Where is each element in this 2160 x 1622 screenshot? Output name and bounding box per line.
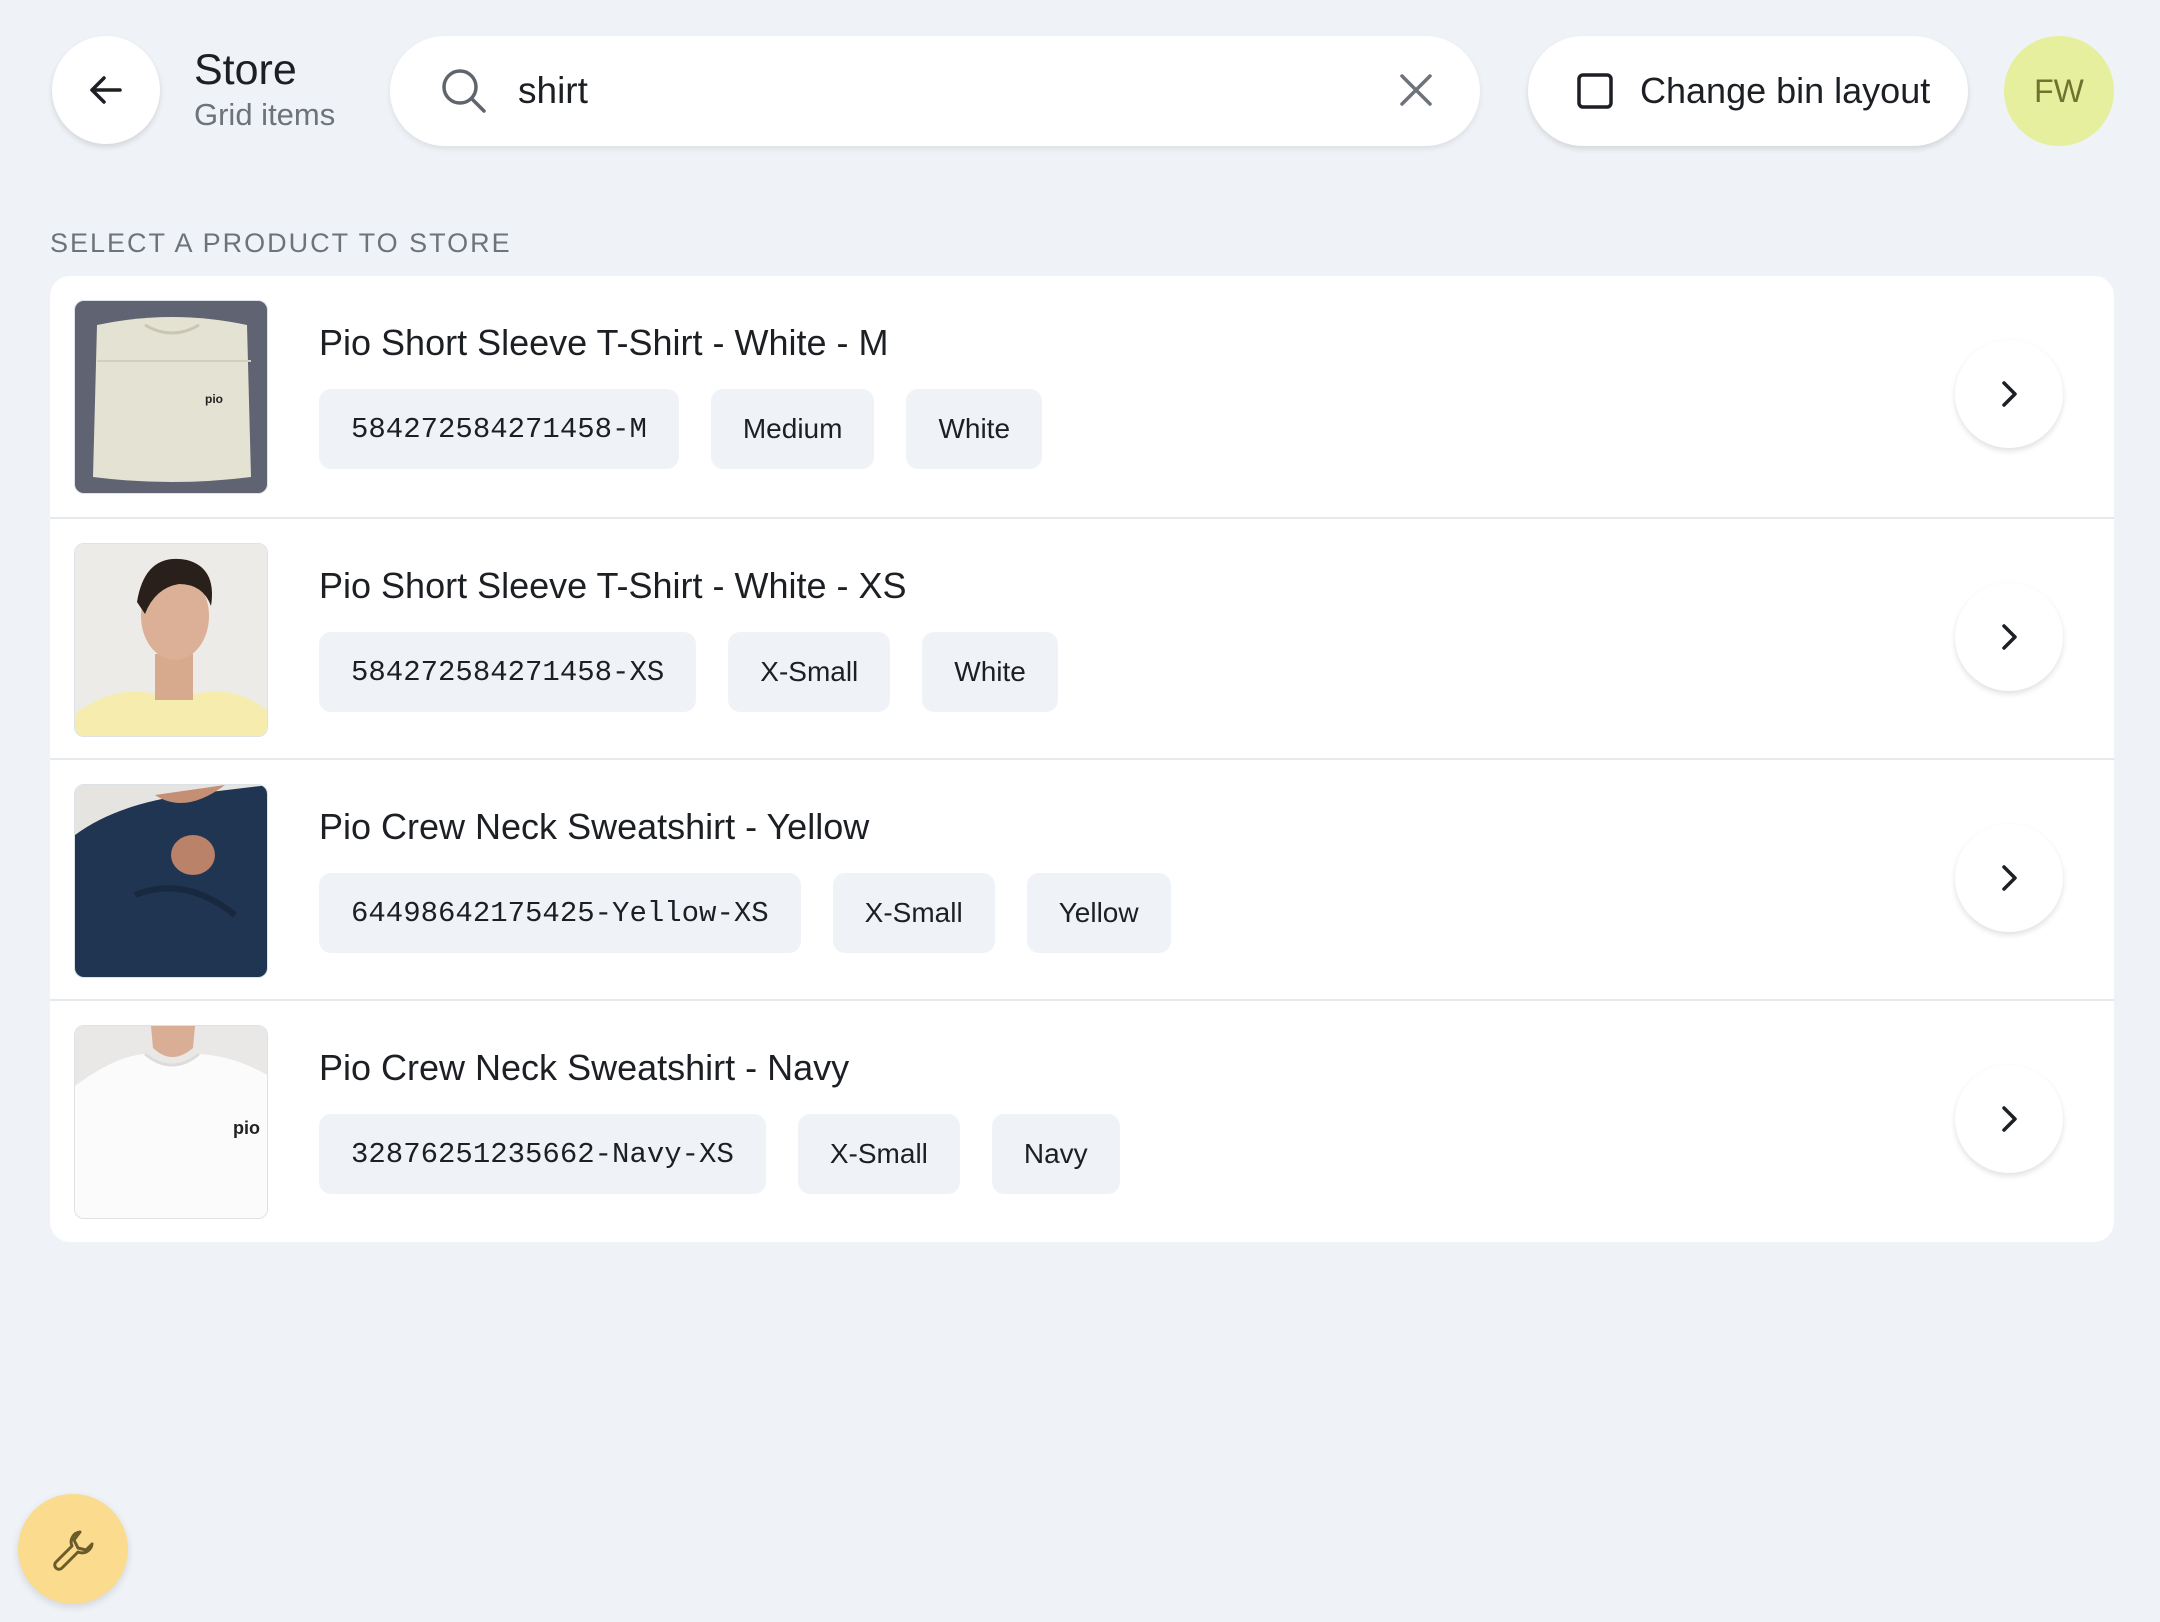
size-chip: X-Small <box>728 632 891 712</box>
section-label: SELECT A PRODUCT TO STORE <box>50 228 512 258</box>
list-item[interactable]: pio Pio Crew Neck Sweatshirt - Navy 3287… <box>50 999 2114 1240</box>
size-chip: X-Small <box>797 1114 960 1194</box>
product-list: pio Pio Short Sleeve T-Shirt - White - M… <box>50 276 2114 1242</box>
size-chip: X-Small <box>832 873 995 953</box>
open-product-button[interactable] <box>1955 824 2063 932</box>
chevron-right-icon <box>2002 624 2017 650</box>
svg-text:pio: pio <box>205 392 223 406</box>
product-title: Pio Short Sleeve T-Shirt - White - M <box>319 322 889 363</box>
product-chips: 64498642175425-Yellow-XS X-Small Yellow <box>319 873 1203 953</box>
svg-text:pio: pio <box>233 1118 260 1138</box>
square-icon <box>1577 73 1613 109</box>
page-subtitle: Grid items <box>194 97 336 132</box>
back-button[interactable] <box>52 36 160 144</box>
header: Store Grid items Change bin layout FW <box>0 0 2160 180</box>
sku-chip: 584272584271458-XS <box>319 632 697 712</box>
search-icon <box>442 69 486 113</box>
product-chips: 584272584271458-M Medium White <box>319 389 1074 469</box>
product-thumbnail: pio <box>74 300 268 494</box>
sku-chip: 584272584271458-M <box>319 389 679 469</box>
list-item[interactable]: pio Pio Short Sleeve T-Shirt - White - M… <box>50 276 2114 517</box>
open-product-button[interactable] <box>1955 583 2063 691</box>
color-chip: Navy <box>991 1114 1120 1194</box>
sku-chip: 64498642175425-Yellow-XS <box>319 873 801 953</box>
product-chips: 584272584271458-XS X-Small White <box>319 632 1090 712</box>
close-icon[interactable] <box>1396 70 1436 110</box>
list-item[interactable]: Pio Short Sleeve T-Shirt - White - XS 58… <box>50 517 2114 758</box>
change-bin-layout-label: Change bin layout <box>1640 70 1931 111</box>
avatar[interactable]: FW <box>2004 36 2114 146</box>
change-bin-layout-button[interactable]: Change bin layout <box>1528 36 1968 146</box>
product-title: Pio Crew Neck Sweatshirt - Navy <box>319 1047 850 1088</box>
color-chip: White <box>906 389 1043 469</box>
sku-chip: 32876251235662-Navy-XS <box>319 1114 766 1194</box>
chevron-right-icon <box>2002 1106 2017 1132</box>
wrench-icon <box>53 1530 94 1571</box>
color-chip: White <box>922 632 1058 712</box>
product-chips: 32876251235662-Navy-XS X-Small Navy <box>319 1114 1152 1194</box>
size-chip: Medium <box>710 389 875 469</box>
chevron-right-icon <box>2002 381 2017 407</box>
title-block: Store Grid items <box>194 44 335 134</box>
page-title: Store <box>194 46 297 94</box>
color-chip: Yellow <box>1026 873 1171 953</box>
search-input[interactable] <box>518 58 1378 124</box>
tools-button[interactable] <box>18 1494 128 1604</box>
product-thumbnail <box>74 543 268 737</box>
search-bar <box>390 36 1480 146</box>
open-product-button[interactable] <box>1955 340 2063 448</box>
product-thumbnail <box>74 784 268 978</box>
product-thumbnail: pio <box>74 1025 268 1219</box>
product-title: Pio Short Sleeve T-Shirt - White - XS <box>319 565 907 606</box>
arrow-left-icon <box>90 76 122 104</box>
open-product-button[interactable] <box>1955 1065 2063 1173</box>
product-title: Pio Crew Neck Sweatshirt - Yellow <box>319 806 870 847</box>
list-item[interactable]: Pio Crew Neck Sweatshirt - Yellow 644986… <box>50 758 2114 999</box>
chevron-right-icon <box>2002 865 2017 891</box>
